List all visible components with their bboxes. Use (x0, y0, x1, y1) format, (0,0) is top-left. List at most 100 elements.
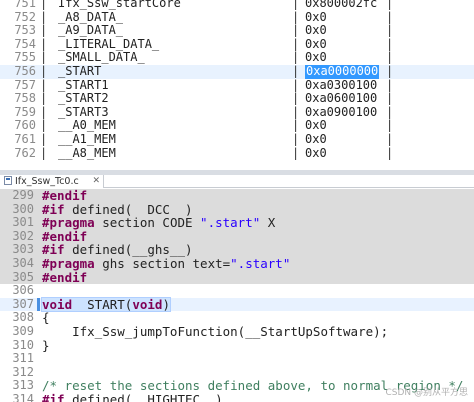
map-row[interactable]: 760 | __A0_MEM | 0x0 | (0, 119, 474, 133)
code-token: #endif (42, 269, 88, 285)
code-line[interactable]: 310} (0, 338, 474, 353)
symbol-name: __A0_MEM (58, 118, 116, 133)
column-separator: | (40, 104, 48, 119)
column-separator: | (386, 77, 394, 92)
map-row[interactable]: 759 | _START3 | 0xa0900100 | (0, 104, 474, 120)
code-text: #endif (42, 269, 88, 285)
code-text: #if defined(__DCC__) (42, 202, 193, 217)
symbol-name: _SMALL_DATA_ (58, 50, 145, 65)
code-token: Ifx_Ssw_jumpToFunction(__StartUpSoftware… (42, 324, 389, 339)
line-number: 301 (12, 215, 34, 230)
column-separator: | (292, 104, 300, 119)
code-line[interactable]: 302 #endif (0, 228, 474, 244)
map-row[interactable]: 756 | _START | 0xa0000000 | (0, 64, 474, 79)
map-row[interactable]: 757 | _START1 | 0xa0300100 | (0, 77, 474, 93)
symbol-name: Ifx_Ssw_startCore (58, 0, 181, 10)
watermark: CSDN @别从平方思 (385, 388, 468, 398)
code-line[interactable]: 299 #endif (0, 189, 474, 203)
column-separator: | (40, 36, 48, 51)
symbol-address: 0x0 (305, 132, 327, 146)
code-line[interactable]: 309 Ifx_Ssw_jumpToFunction(__StartUpSoft… (0, 324, 474, 339)
line-number: 306 (12, 283, 34, 298)
code-text: #if defined(__ghs__) (42, 243, 193, 257)
column-separator: | (40, 23, 48, 38)
column-separator: | (292, 23, 300, 38)
line-number: 299 (12, 189, 34, 202)
code-line[interactable]: 303 #if defined(__ghs__) (0, 243, 474, 257)
code-line[interactable]: 306 (0, 284, 474, 298)
line-number: 304 (12, 256, 34, 270)
symbol-address: 0xa0300100 (305, 77, 378, 92)
code-token: ".start" (200, 215, 261, 231)
line-number: 759 (14, 104, 36, 119)
map-row[interactable]: 752 | _A8_DATA_ | 0x0 | (0, 9, 474, 25)
line-number: 313 (12, 378, 34, 393)
map-row[interactable]: 753 | _A9_DATA_ | 0x0 | (0, 24, 474, 38)
line-number: 757 (14, 77, 36, 92)
symbol-name: __A1_MEM (58, 132, 116, 146)
symbol-address: 0xa0600100 (305, 91, 378, 106)
code-editor[interactable]: 299 #endif 300 #if defined(__DCC__) 301 #prag… (0, 189, 474, 402)
symbol-address: 0xa0900100 (305, 104, 378, 119)
map-row[interactable]: 755 | _SMALL_DATA_ | 0x0 | (0, 51, 474, 65)
close-icon[interactable]: ✕ (92, 175, 100, 188)
code-token: ".start" (230, 256, 291, 271)
symbol-name: _START2 (58, 91, 109, 106)
column-separator: | (40, 77, 48, 92)
column-separator: | (40, 50, 48, 65)
line-number: 311 (12, 351, 34, 366)
line-number: 762 (14, 145, 36, 160)
line-number: 303 (12, 242, 34, 257)
code-text: #endif (42, 229, 87, 244)
line-number: 302 (12, 228, 34, 243)
map-row[interactable]: 754 | _LITERAL_DATA_ | 0x0 | (0, 36, 474, 52)
column-separator: | (292, 36, 300, 51)
column-separator: | (386, 50, 394, 65)
column-separator: | (40, 91, 48, 106)
code-line[interactable]: 307 void _START(void) (0, 296, 474, 313)
symbol-name: _LITERAL_DATA_ (58, 36, 160, 51)
code-text: } (42, 338, 50, 353)
column-separator: | (40, 9, 48, 24)
map-row[interactable]: 761 | __A1_MEM | 0x0 | (0, 132, 474, 147)
line-number: 760 (14, 118, 36, 133)
symbol-address: 0x0 (305, 9, 327, 24)
symbol-name: _A9_DATA_ (58, 23, 124, 38)
line-number: 756 (14, 64, 36, 78)
map-file-viewer[interactable]: 751 | Ifx_Ssw_startCore | 0x800002fc | 752 | _A8… (0, 0, 474, 170)
line-number: 307 (12, 296, 34, 311)
code-text: #pragma section CODE ".start" X (42, 216, 275, 230)
column-separator: | (386, 36, 394, 51)
code-line[interactable]: 301 #pragma section CODE ".start" X (0, 216, 474, 230)
column-separator: | (292, 77, 300, 92)
code-line[interactable]: 305 #endif (0, 269, 474, 285)
line-number: 309 (12, 324, 34, 338)
map-row[interactable]: 751 | Ifx_Ssw_startCore | 0x800002fc | (0, 0, 474, 11)
code-line[interactable]: 311 (0, 352, 474, 366)
c-file-icon (4, 176, 12, 185)
column-separator: | (292, 9, 300, 24)
column-separator: | (292, 118, 300, 133)
code-token: ghs section text= (94, 256, 231, 271)
column-separator: | (40, 0, 48, 10)
line-number: 754 (14, 36, 36, 51)
column-separator: | (292, 0, 300, 10)
symbol-name: __A8_MEM (58, 145, 116, 160)
code-line[interactable]: 300 #if defined(__DCC__) (0, 202, 474, 217)
line-number: 753 (14, 23, 36, 38)
column-separator: | (292, 91, 300, 106)
map-row[interactable]: 758 | _START2 | 0xa0600100 | (0, 92, 474, 106)
column-separator: | (292, 132, 300, 146)
map-row[interactable]: 762 | __A8_MEM | 0x0 | (0, 145, 474, 161)
code-text: #pragma ghs section text=".start" (42, 257, 290, 271)
column-separator: | (292, 64, 300, 78)
column-separator: | (386, 118, 394, 133)
symbol-address: 0x0 (305, 50, 327, 65)
code-line[interactable]: 304 #pragma ghs section text=".start" (0, 256, 474, 271)
code-line[interactable]: 308 { (0, 311, 474, 325)
column-separator: | (386, 9, 394, 24)
tab-ifx-ssw-tc0[interactable]: Ifx_Ssw_Tc0.c ✕ (0, 175, 104, 188)
line-number: 314 (12, 392, 34, 402)
code-line[interactable]: 312 (0, 365, 474, 380)
symbol-address: 0x800002fc (305, 0, 378, 10)
